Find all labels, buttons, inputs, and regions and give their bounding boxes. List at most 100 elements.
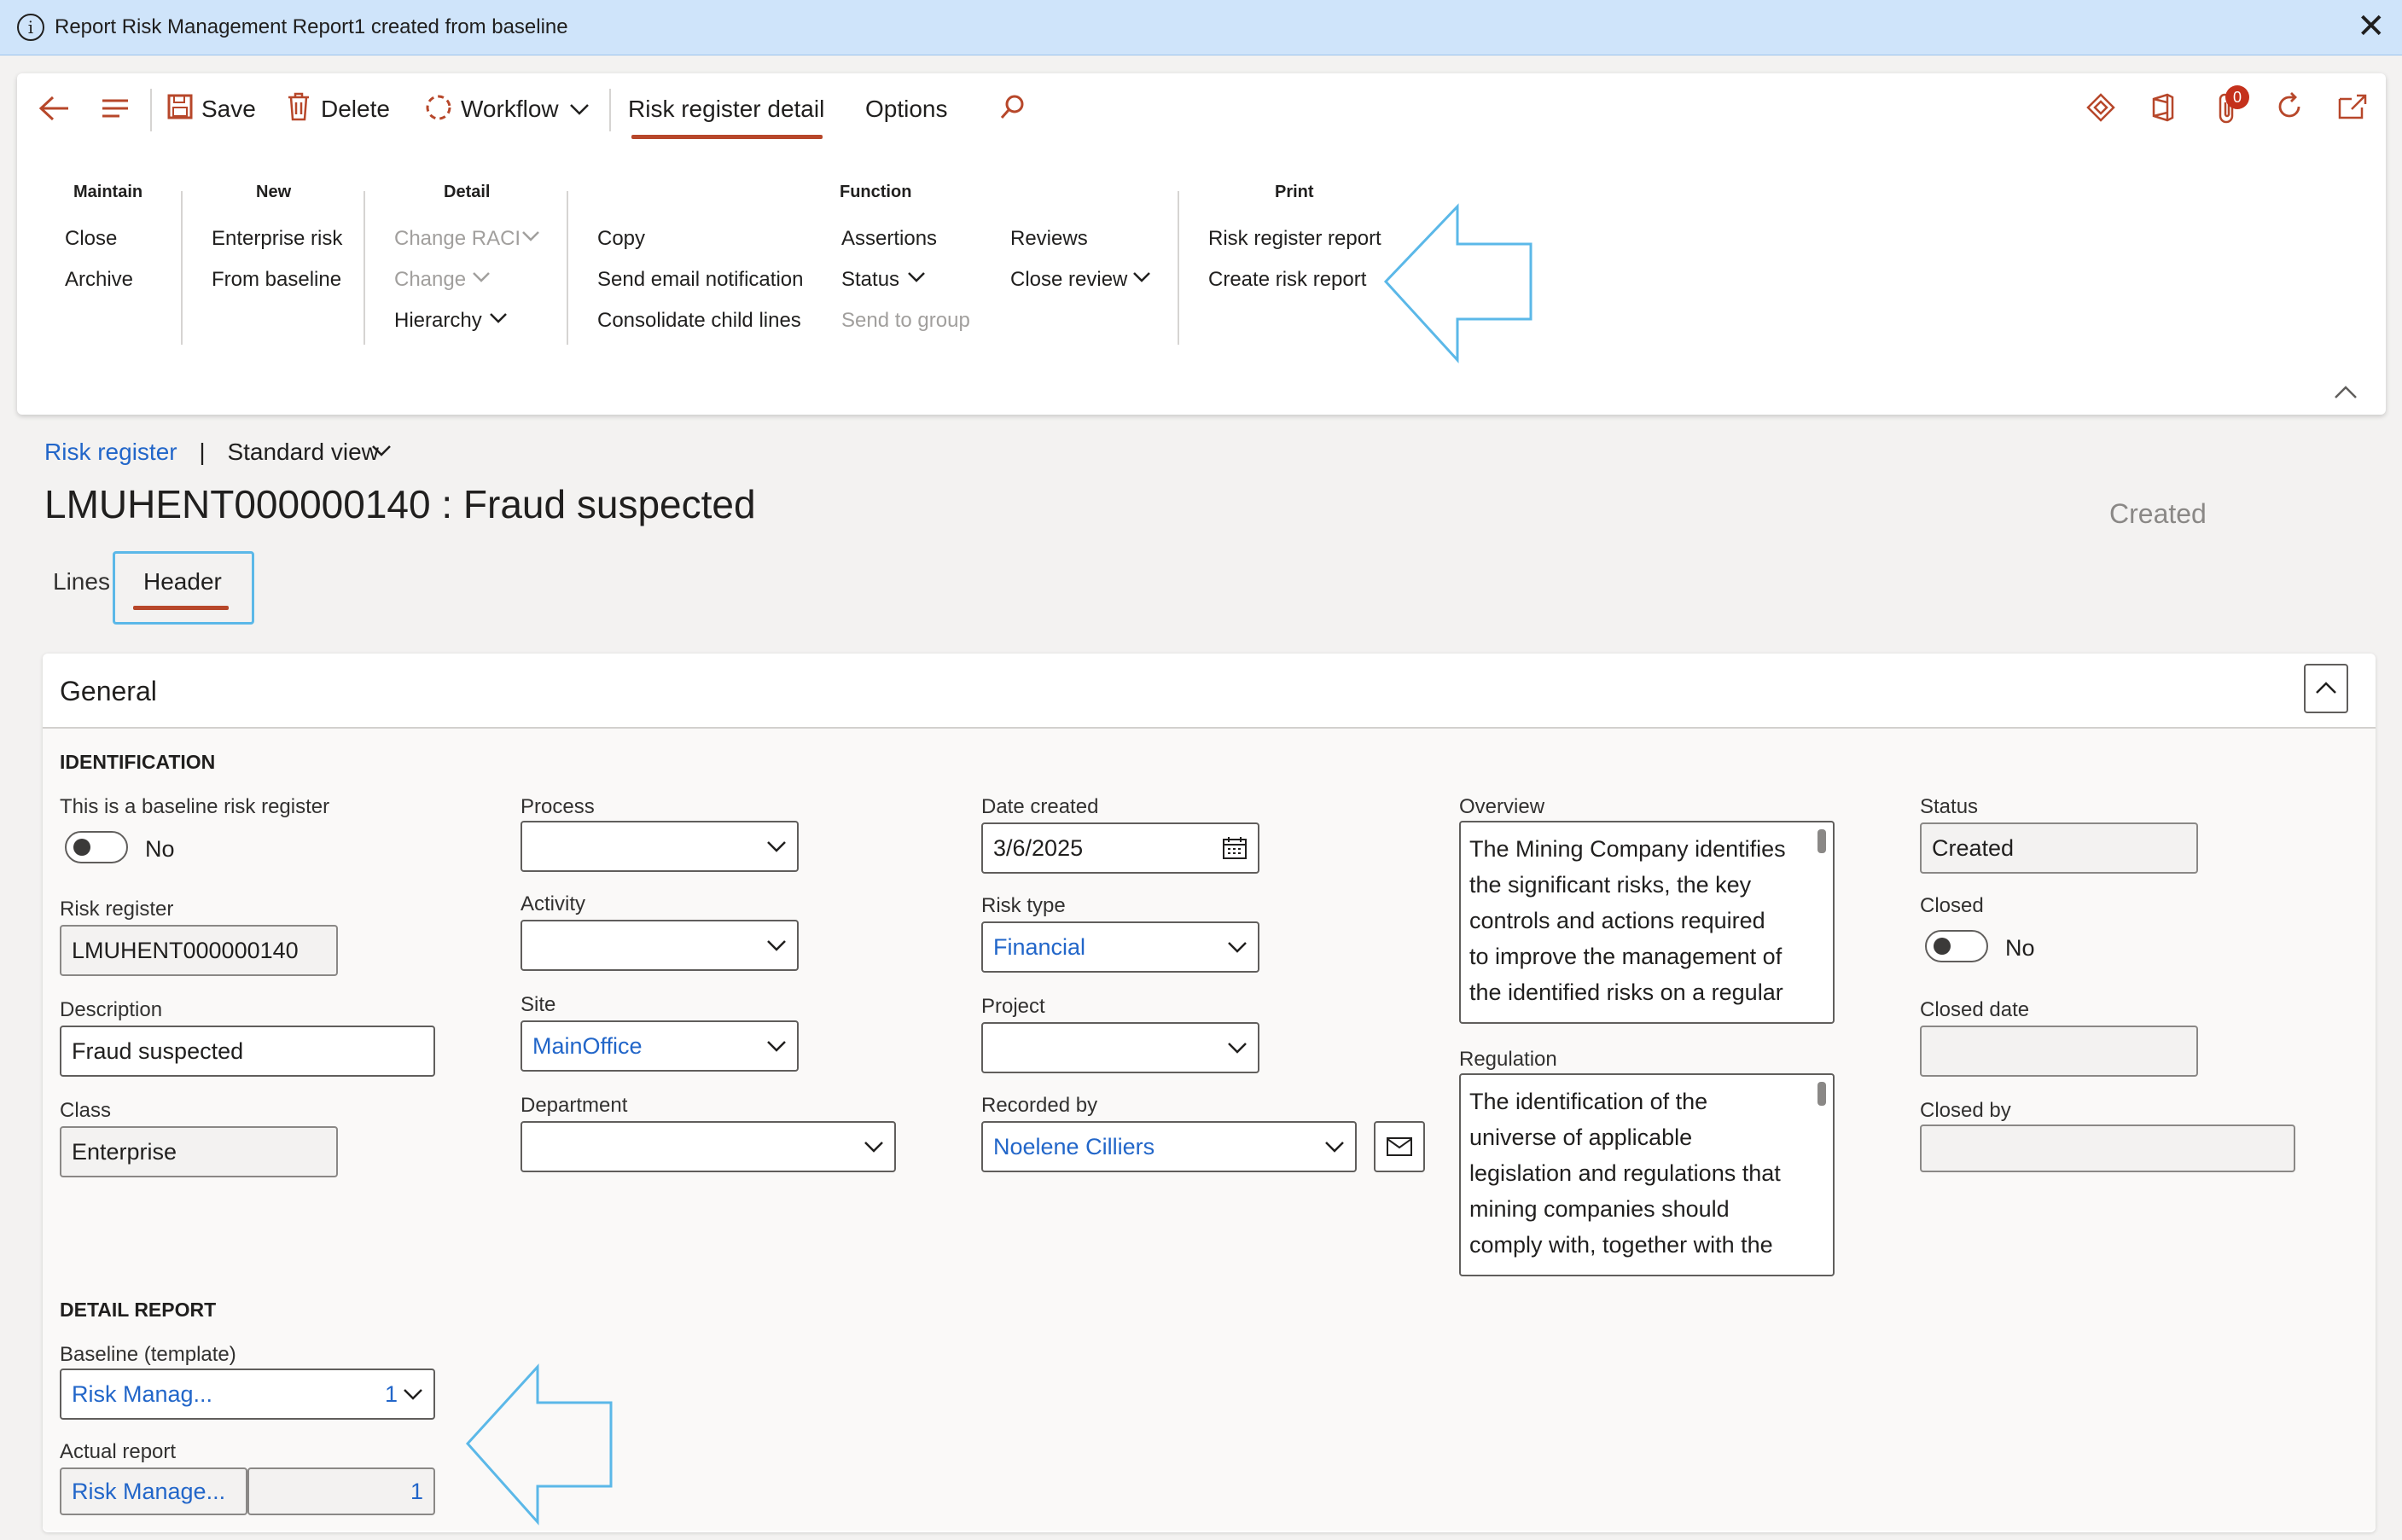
activity-dropdown[interactable] <box>521 920 799 971</box>
ribbon-assertions[interactable]: Assertions <box>841 227 937 251</box>
workflow-icon[interactable] <box>423 92 454 123</box>
notification-bar: i Report Risk Management Report1 created… <box>0 0 2402 55</box>
calendar-icon[interactable] <box>1222 836 1248 860</box>
site-dropdown[interactable]: MainOffice <box>521 1020 799 1072</box>
ribbon-close[interactable]: Close <box>65 227 117 251</box>
ribbon-divider <box>363 191 365 345</box>
baseline-template-version: 1 <box>384 1381 398 1407</box>
overview-line: the significant risks, the key <box>1469 872 1752 898</box>
ribbon-create-risk-report[interactable]: Create risk report <box>1208 268 1366 292</box>
chevron-down-icon <box>864 1142 883 1153</box>
recorded-by-dropdown[interactable]: Noelene Cilliers <box>981 1121 1357 1172</box>
tab-header[interactable]: Header <box>143 568 222 596</box>
closed-label: Closed <box>1920 894 1984 917</box>
project-dropdown[interactable] <box>981 1022 1259 1073</box>
tab-risk-register-detail[interactable]: Risk register detail <box>628 96 824 123</box>
attachment-badge: 0 <box>2225 85 2249 109</box>
ribbon-risk-register-report[interactable]: Risk register report <box>1208 227 1381 251</box>
chevron-down-icon[interactable] <box>488 311 509 326</box>
baseline-toggle-value: No <box>145 836 175 862</box>
group-title-detail: Detail <box>444 183 491 201</box>
ribbon-from-baseline[interactable]: From baseline <box>212 268 341 292</box>
ribbon-copy[interactable]: Copy <box>597 227 645 251</box>
chevron-down-icon[interactable] <box>370 442 393 459</box>
mail-icon <box>1387 1137 1412 1156</box>
save-button[interactable]: Save <box>201 96 256 123</box>
closed-toggle-value: No <box>2005 935 2035 961</box>
chevron-down-icon <box>404 1389 422 1400</box>
ribbon-send-to-group[interactable]: Send to group <box>841 309 970 333</box>
process-dropdown[interactable] <box>521 821 799 872</box>
department-label: Department <box>521 1094 628 1117</box>
closed-date-field[interactable] <box>1920 1026 2198 1077</box>
chevron-down-icon[interactable] <box>906 270 927 285</box>
baseline-template-dropdown[interactable]: Risk Manag... 1 <box>60 1369 435 1420</box>
refresh-icon[interactable] <box>2273 90 2306 123</box>
delete-icon[interactable] <box>287 92 311 121</box>
baseline-toggle[interactable] <box>65 831 128 863</box>
view-selector[interactable]: Standard view <box>227 439 378 465</box>
breadcrumb-link[interactable]: Risk register <box>44 439 177 465</box>
ribbon-status[interactable]: Status <box>841 268 899 292</box>
activity-label: Activity <box>521 892 586 915</box>
action-pane <box>17 73 2386 415</box>
risk-register-label: Risk register <box>60 898 174 921</box>
baseline-template-label: Baseline (template) <box>60 1343 236 1366</box>
chevron-down-icon <box>767 841 786 852</box>
chevron-down-icon[interactable] <box>1131 270 1152 285</box>
collapse-ribbon-icon[interactable] <box>2333 384 2358 401</box>
class-field[interactable]: Enterprise <box>60 1126 338 1177</box>
ribbon-change-raci[interactable]: Change RACI <box>394 227 521 251</box>
save-icon[interactable] <box>167 94 193 119</box>
overview-line: controls and actions required <box>1469 908 1765 933</box>
scrollbar-thumb[interactable] <box>1817 829 1826 853</box>
class-label: Class <box>60 1099 112 1122</box>
ribbon-send-email[interactable]: Send email notification <box>597 268 803 292</box>
ribbon-divider <box>567 191 568 345</box>
closed-toggle[interactable] <box>1925 930 1988 962</box>
status-field[interactable]: Created <box>1920 822 2198 874</box>
ribbon-close-review[interactable]: Close review <box>1010 268 1127 292</box>
ribbon-consolidate-child-lines[interactable]: Consolidate child lines <box>597 309 801 333</box>
workflow-button[interactable]: Workflow <box>461 96 559 123</box>
department-dropdown[interactable] <box>521 1121 896 1172</box>
menu-icon[interactable] <box>101 96 130 121</box>
description-field[interactable]: Fraud suspected <box>60 1026 435 1077</box>
ribbon-enterprise-risk[interactable]: Enterprise risk <box>212 227 342 251</box>
delete-button[interactable]: Delete <box>321 96 390 123</box>
risk-type-dropdown[interactable]: Financial <box>981 921 1259 973</box>
chevron-down-icon[interactable] <box>471 270 491 285</box>
back-arrow-icon[interactable] <box>38 94 72 123</box>
chevron-down-icon[interactable] <box>568 101 590 118</box>
ribbon-archive[interactable]: Archive <box>65 268 133 292</box>
search-icon[interactable] <box>998 92 1027 121</box>
office-icon[interactable] <box>2149 92 2178 123</box>
tab-lines[interactable]: Lines <box>53 568 110 596</box>
risk-type-value: Financial <box>993 934 1086 960</box>
ribbon-change[interactable]: Change <box>394 268 466 292</box>
overview-textarea[interactable]: The Mining Company identifies the signif… <box>1459 821 1835 1024</box>
risk-register-field[interactable]: LMUHENT000000140 <box>60 925 338 976</box>
breadcrumb-separator: | <box>199 439 206 465</box>
regulation-line: The identification of the <box>1469 1089 1708 1114</box>
close-icon[interactable]: ✕ <box>2357 7 2386 46</box>
scrollbar-thumb[interactable] <box>1817 1082 1826 1106</box>
closed-by-field[interactable] <box>1920 1124 2295 1172</box>
open-in-new-icon[interactable] <box>2336 92 2369 121</box>
regulation-textarea[interactable]: The identification of the universe of ap… <box>1459 1073 1835 1276</box>
date-created-field[interactable]: 3/6/2025 <box>981 822 1259 874</box>
ribbon-hierarchy[interactable]: Hierarchy <box>394 309 482 333</box>
group-title-maintain: Maintain <box>73 183 143 201</box>
overview-label: Overview <box>1459 795 1545 818</box>
regulation-line: legislation and regulations that <box>1469 1160 1781 1186</box>
diamond-icon[interactable] <box>2085 92 2116 123</box>
section-title: General <box>60 676 157 706</box>
chevron-down-icon[interactable] <box>521 229 541 244</box>
actual-report-field[interactable]: Risk Manage... <box>60 1467 247 1515</box>
actual-report-version[interactable]: 1 <box>247 1467 435 1515</box>
tab-options[interactable]: Options <box>865 96 948 123</box>
group-title-print: Print <box>1275 183 1314 201</box>
ribbon-reviews[interactable]: Reviews <box>1010 227 1088 251</box>
recorded-by-label: Recorded by <box>981 1094 1098 1117</box>
chevron-down-icon <box>767 940 786 951</box>
